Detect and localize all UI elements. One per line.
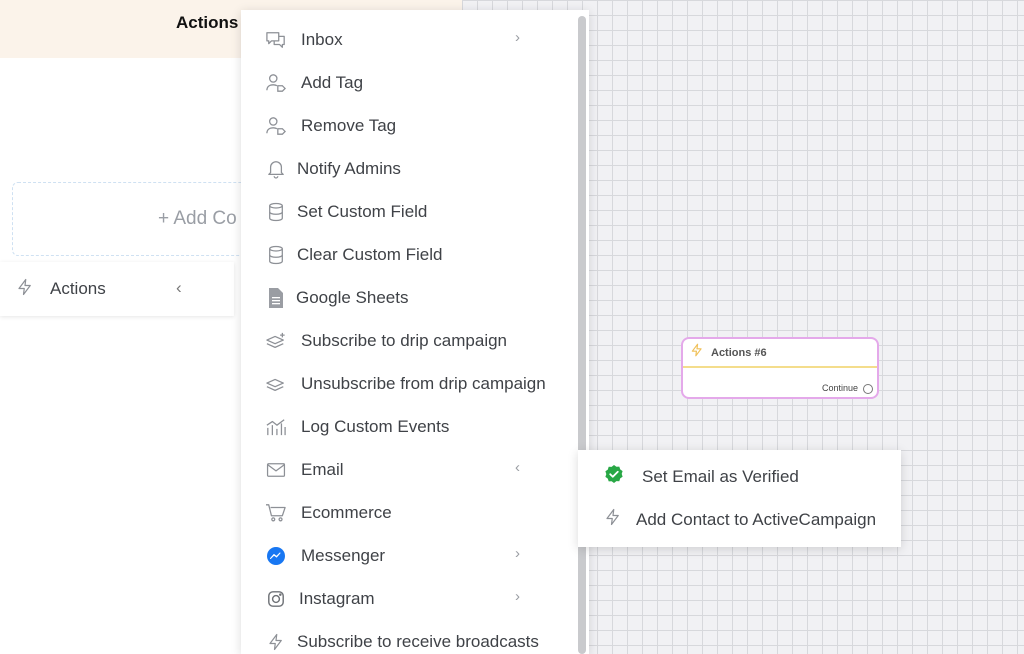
node-output-port[interactable] xyxy=(863,384,873,394)
envelope-icon xyxy=(265,459,287,481)
actions-dropdown-menu: Inbox › Add Tag Remove Tag Notify Admins… xyxy=(241,10,589,654)
node-continue-label: Continue xyxy=(822,383,859,393)
menu-item-label: Subscribe to receive broadcasts xyxy=(297,631,539,651)
menu-item-label: Subscribe to drip campaign xyxy=(301,330,508,350)
chat-bubbles-icon xyxy=(265,29,287,51)
email-submenu: Set Email as Verified Add Contact to Act… xyxy=(578,450,901,547)
menu-item-remove-tag[interactable]: Remove Tag xyxy=(241,104,571,147)
bolt-icon xyxy=(690,343,704,362)
actions-category-row[interactable]: Actions ‹ xyxy=(0,262,234,316)
user-tag-icon xyxy=(265,115,287,137)
layers-icon xyxy=(265,373,287,395)
menu-item-label: Inbox xyxy=(301,29,343,49)
menu-item-label: Set Custom Field xyxy=(297,201,428,221)
chart-icon xyxy=(265,416,287,438)
menu-item-add-tag[interactable]: Add Tag xyxy=(241,61,571,104)
bolt-icon xyxy=(265,631,287,653)
menu-scrollbar[interactable] xyxy=(578,16,586,654)
menu-item-subscribe-drip[interactable]: Subscribe to drip campaign xyxy=(241,319,571,362)
database-icon xyxy=(265,244,287,266)
actions-node[interactable]: Actions #6 Continue xyxy=(681,337,879,399)
bell-icon xyxy=(265,158,287,180)
menu-item-label: Remove Tag xyxy=(301,115,397,135)
bolt-icon xyxy=(604,507,622,532)
chevron-left-icon: ‹ xyxy=(515,459,520,476)
menu-item-set-custom-field[interactable]: Set Custom Field xyxy=(241,190,571,233)
instagram-icon xyxy=(265,588,287,610)
submenu-item-add-activecampaign[interactable]: Add Contact to ActiveCampaign xyxy=(578,498,901,541)
menu-item-inbox[interactable]: Inbox › xyxy=(241,18,571,61)
layers-plus-icon xyxy=(265,330,287,352)
verified-check-icon xyxy=(604,464,624,489)
menu-item-label: Unsubscribe from drip campaign xyxy=(301,373,546,393)
user-tag-icon xyxy=(265,72,287,94)
chevron-right-icon: › xyxy=(515,588,520,605)
node-header: Actions #6 xyxy=(683,339,877,368)
messenger-icon xyxy=(265,545,287,567)
menu-item-instagram[interactable]: Instagram › xyxy=(241,577,571,620)
menu-item-email[interactable]: Email ‹ xyxy=(241,448,571,491)
menu-item-google-sheets[interactable]: Google Sheets xyxy=(241,276,571,319)
menu-item-subscribe-broadcasts[interactable]: Subscribe to receive broadcasts xyxy=(241,620,571,654)
menu-item-label: Clear Custom Field xyxy=(297,244,443,264)
bolt-icon xyxy=(16,278,34,301)
add-contact-label: + Add Co xyxy=(158,208,237,229)
menu-item-label: Instagram xyxy=(299,588,375,608)
menu-item-log-custom-events[interactable]: Log Custom Events xyxy=(241,405,571,448)
sheet-icon xyxy=(265,287,287,309)
panel-title: Actions xyxy=(176,13,239,32)
chevron-right-icon: › xyxy=(515,545,520,562)
menu-item-label: Email xyxy=(301,459,344,479)
database-icon xyxy=(265,201,287,223)
chevron-right-icon: › xyxy=(515,29,520,46)
menu-item-label: Ecommerce xyxy=(301,502,392,522)
submenu-item-label: Set Email as Verified xyxy=(642,466,799,486)
menu-item-label: Log Custom Events xyxy=(301,416,450,436)
menu-item-label: Notify Admins xyxy=(297,158,401,178)
menu-item-ecommerce[interactable]: Ecommerce xyxy=(241,491,571,534)
actions-row-label: Actions xyxy=(50,279,106,298)
menu-item-label: Messenger xyxy=(301,545,386,565)
submenu-item-set-email-verified[interactable]: Set Email as Verified xyxy=(578,455,901,498)
menu-item-clear-custom-field[interactable]: Clear Custom Field xyxy=(241,233,571,276)
cart-icon xyxy=(265,502,287,524)
menu-item-label: Google Sheets xyxy=(296,287,409,307)
menu-item-unsubscribe-drip[interactable]: Unsubscribe from drip campaign xyxy=(241,362,571,405)
menu-item-label: Add Tag xyxy=(301,72,364,92)
chevron-left-icon[interactable]: ‹ xyxy=(176,278,182,298)
menu-item-messenger[interactable]: Messenger › xyxy=(241,534,571,577)
submenu-item-label: Add Contact to ActiveCampaign xyxy=(636,509,877,529)
node-title: Actions #6 xyxy=(711,346,767,359)
menu-item-notify-admins[interactable]: Notify Admins xyxy=(241,147,571,190)
